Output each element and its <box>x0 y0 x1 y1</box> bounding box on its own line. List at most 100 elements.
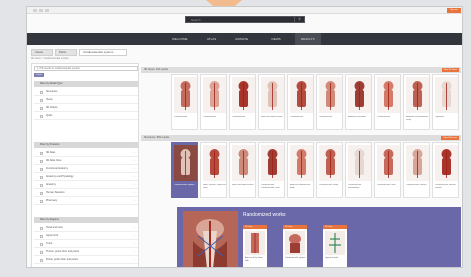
result-card[interactable]: Cardiovascular Cardiovascular cross <box>258 142 285 198</box>
result-card[interactable]: Abdomen and blood <box>345 74 372 130</box>
result-card[interactable]: Heart and blood vessels <box>229 142 256 198</box>
filter-item[interactable]: 3D Atlas View › <box>34 157 138 165</box>
checkbox-icon[interactable] <box>40 115 43 118</box>
result-card[interactable]: Cardiovascular <box>374 74 401 130</box>
checkbox-icon[interactable] <box>40 235 43 238</box>
result-card[interactable]: Cardiovascular <box>287 74 314 130</box>
chevron-right-icon: › <box>134 167 135 170</box>
result-card[interactable]: Capillaries <box>432 74 459 130</box>
checkbox-icon[interactable] <box>40 227 43 230</box>
result-card[interactable]: Cardiovascular <box>200 74 227 130</box>
filter-item[interactable]: Structures <box>34 88 138 96</box>
related-card[interactable]: 3D View Lymph vessels <box>323 225 347 267</box>
filter-item[interactable]: Quizs <box>34 112 138 120</box>
checkbox-icon[interactable] <box>40 160 43 163</box>
nav-views[interactable]: VIEWS <box>271 37 281 41</box>
filter-search-input[interactable]: 1,700 results in Cardiovascular system <box>34 66 138 71</box>
result-label: Cardiovascular <box>290 116 304 118</box>
result-thumbnail <box>203 145 226 181</box>
filter-item[interactable]: 3D Atlas › <box>34 149 138 157</box>
result-label: Abdomen and abdominal cavity <box>406 116 429 121</box>
filter-item[interactable]: Anatomy › <box>34 181 138 189</box>
result-label: Cardiovascular <box>203 116 217 118</box>
view-more-button[interactable]: View 3D Views <box>441 68 459 72</box>
chevron-right-icon: › <box>134 242 135 245</box>
result-card[interactable]: Heart and blood vessels <box>258 74 285 130</box>
result-label: Anterior cardiovascular body <box>290 184 311 189</box>
checkbox-icon[interactable] <box>40 168 43 171</box>
checkbox-icon[interactable] <box>40 152 43 155</box>
filter-item[interactable]: Anatomy and Physiology › <box>34 173 138 181</box>
checkbox-icon[interactable] <box>40 176 43 179</box>
filter-group-media[interactable]: Filter by Media Type <box>34 81 138 87</box>
filter-item[interactable]: Trunk › <box>34 240 138 248</box>
filter-item[interactable]: 3D Videos <box>34 104 138 112</box>
nav-results[interactable]: RESULTS <box>295 33 321 45</box>
result-card[interactable]: Cardiovascular arteries, vessels <box>432 142 459 198</box>
result-card[interactable]: Cardiovascular vessels <box>403 142 430 198</box>
result-card[interactable]: Abdomen and abdominal cavity <box>403 74 430 130</box>
result-card[interactable]: Cardiovascular cross <box>374 142 401 198</box>
result-label: Abdomen and blood <box>348 116 366 118</box>
app-window: Sign out Search ⚲ WELCOME ATLAS ANIMATE … <box>26 6 463 268</box>
back-icon[interactable] <box>33 9 37 12</box>
result-thumbnail <box>232 145 255 181</box>
search-input[interactable]: Search <box>191 18 201 22</box>
checkbox-icon[interactable] <box>40 251 43 254</box>
result-card[interactable]: Cardiovascular <box>316 74 343 130</box>
tab-parts[interactable]: Parts <box>55 49 77 56</box>
search-bar[interactable]: Search ⚲ <box>185 16 305 23</box>
search-icon[interactable]: ⚲ <box>294 17 304 22</box>
filter-item[interactable]: Upper limb › <box>34 232 138 240</box>
checkbox-icon[interactable] <box>40 192 43 195</box>
result-card[interactable]: Cardiovascular <box>171 74 198 130</box>
result-label: Heart, arteries, superficial veins <box>203 184 226 189</box>
checkbox-icon[interactable] <box>40 184 43 187</box>
result-card[interactable]: Cardiovascular relationships <box>345 142 372 198</box>
result-label: Cardiovascular <box>377 116 391 118</box>
nav-animate[interactable]: ANIMATE <box>235 37 248 41</box>
window-toolbar: Sign out <box>27 7 462 14</box>
filter-item[interactable]: Functional Anatomy › <box>34 165 138 173</box>
filter-item[interactable]: Pharmacy › <box>34 197 138 205</box>
related-thumbnail <box>285 231 305 255</box>
result-card[interactable]: Anterior cardiovascular body <box>287 142 314 198</box>
filter-item[interactable]: Pelvis, pelvic floor and pelvis › <box>34 256 138 264</box>
filter-item[interactable]: Head and neck › <box>34 224 138 232</box>
checkbox-icon[interactable] <box>40 200 43 203</box>
result-label: Cardiovascular <box>232 116 246 118</box>
result-thumbnail <box>406 145 429 181</box>
signout-button[interactable]: Sign out <box>447 8 461 13</box>
result-thumbnail <box>290 145 313 181</box>
checkbox-icon[interactable] <box>40 107 43 110</box>
chevron-right-icon: › <box>134 250 135 253</box>
result-label: Heart and blood vessels <box>261 116 283 118</box>
nav-atlas[interactable]: ATLAS <box>207 37 216 41</box>
result-thumbnail <box>174 145 197 181</box>
view-more-button[interactable]: View 950 items <box>441 136 459 140</box>
related-card[interactable]: 3D View Cardiovascular system <box>283 225 307 267</box>
tab-views[interactable]: Views <box>31 49 53 56</box>
result-card[interactable]: Cardiovascular cavity <box>316 142 343 198</box>
result-card[interactable]: Heart, arteries, superficial veins <box>200 142 227 198</box>
result-label: Cardiovascular <box>319 116 333 118</box>
filter-item[interactable]: Thorax, pelvic floor and pelvis › <box>34 248 138 256</box>
result-card[interactable]: Cardiovascular <box>229 74 256 130</box>
checkbox-icon[interactable] <box>40 99 43 102</box>
chevron-right-icon: › <box>134 234 135 237</box>
forward-icon[interactable] <box>39 9 43 12</box>
home-icon[interactable] <box>45 9 49 12</box>
checkbox-icon[interactable] <box>40 259 43 262</box>
checkbox-icon[interactable] <box>40 243 43 246</box>
reset-button[interactable]: Reset <box>34 73 44 77</box>
result-card[interactable]: Cardiovascular system <box>171 142 198 198</box>
related-card[interactable]: 3D View Arteries of the lower limb <box>243 225 267 267</box>
tab-cardiovascular[interactable]: Cardiovascular system <box>79 49 127 56</box>
checkbox-icon[interactable] <box>40 91 43 94</box>
filter-group-regions[interactable]: Filter by Regions <box>34 217 138 223</box>
filter-item[interactable]: Human Skeleton › <box>34 189 138 197</box>
nav-welcome[interactable]: WELCOME <box>172 37 188 41</box>
filter-group-products[interactable]: Filter by Products <box>34 142 138 148</box>
filter-item[interactable]: Views <box>34 96 138 104</box>
result-thumbnail <box>261 145 284 181</box>
